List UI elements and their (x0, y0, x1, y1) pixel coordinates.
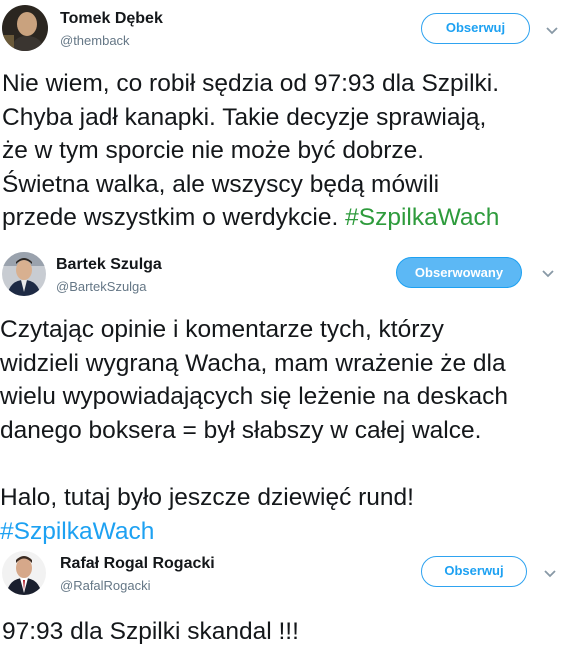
tweet-text: 97:93 dla Szpilki skandal !!! (2, 617, 568, 647)
tweet-body: 97:93 dla Szpilki skandal !!! (2, 618, 299, 645)
tweet-3: Rafał Rogal Rogacki @RafalRogacki Obserw… (0, 0, 571, 650)
author-name[interactable]: Rafał Rogal Rogacki (60, 555, 215, 573)
avatar[interactable] (2, 551, 46, 595)
author-handle[interactable]: @RafalRogacki (60, 578, 151, 593)
follow-button[interactable]: Obserwuj (421, 556, 527, 587)
chevron-down-icon[interactable] (542, 568, 558, 580)
